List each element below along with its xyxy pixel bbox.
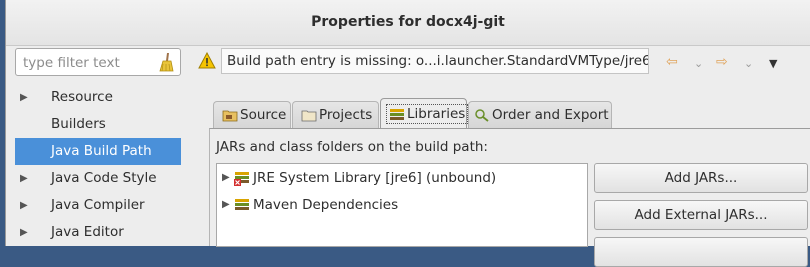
tree-item-builders[interactable]: Builders [15,111,181,138]
expand-arrow-icon[interactable]: ▶ [222,193,230,217]
build-path-caption: JARs and class folders on the build path… [216,139,488,155]
property-page-tree: ▶ Resource Builders Java Build Path ▶ Ja… [15,84,181,246]
expand-arrow-icon[interactable]: ▶ [222,166,230,190]
tab-projects[interactable]: Projects [292,101,379,128]
back-arrow-icon[interactable]: ⇦ [666,54,678,70]
source-folder-icon [222,110,238,122]
forward-history-chevron-icon[interactable]: ⌄ [744,57,753,70]
warning-icon [198,52,216,69]
library-books-icon [390,109,404,120]
tree-item-label: Java Build Path [51,143,152,159]
tree-item-java-code-style[interactable]: ▶ Java Code Style [15,165,181,192]
properties-dialog: Properties for docx4j-git ▶ Resource Bui… [5,0,810,267]
tab-libraries[interactable]: Libraries [380,98,469,129]
tab-label: Source [240,107,287,123]
libraries-panel: JARs and class folders on the build path… [209,128,810,267]
window-title: Properties for docx4j-git [311,14,505,30]
tree-item-java-compiler[interactable]: ▶ Java Compiler [15,192,181,219]
forward-arrow-icon[interactable]: ⇨ [716,54,728,70]
tab-source[interactable]: Source [213,101,291,128]
add-external-jars-button[interactable]: Add External JARs... [594,200,808,230]
tree-item-label: Java Compiler [51,197,145,213]
back-history-chevron-icon[interactable]: ⌄ [694,57,703,70]
library-books-icon [235,199,249,210]
build-path-entries-list[interactable]: ▶ JRE System Library [jre6] (unbound) ▶ [216,163,588,247]
clear-filter-icon[interactable] [158,52,174,72]
expand-arrow-icon[interactable]: ▶ [20,84,30,111]
title-bar[interactable]: Properties for docx4j-git [6,0,810,46]
tab-focus-box: Libraries [386,104,469,124]
tab-label: Projects [319,107,373,123]
next-action-button[interactable] [594,237,808,267]
project-folder-icon [301,110,317,122]
expand-arrow-icon[interactable]: ▶ [20,219,30,246]
tree-item-label: Resource [51,89,113,105]
add-jars-button[interactable]: Add JARs... [594,163,808,193]
expand-arrow-icon[interactable]: ▶ [20,165,30,192]
tree-item-java-editor[interactable]: ▶ Java Editor [15,219,181,246]
tree-item-java-build-path[interactable]: Java Build Path [15,138,181,165]
tree-item-resource[interactable]: ▶ Resource [15,84,181,111]
list-item-label: JRE System Library [jre6] (unbound) [253,170,497,186]
tab-order-and-export[interactable]: Order and Export [468,101,612,128]
status-message: Build path entry is missing: o...i.launc… [221,48,649,74]
library-error-icon [234,172,249,186]
expand-arrow-icon[interactable]: ▶ [20,192,30,219]
view-menu-icon[interactable]: ▼ [769,57,777,70]
tab-label: Order and Export [492,107,609,123]
tree-item-label: Java Editor [51,224,124,240]
list-item-label: Maven Dependencies [253,197,399,213]
filter-field[interactable] [15,48,181,76]
tree-item-label: Java Code Style [51,170,157,186]
order-export-icon [475,109,489,122]
filter-input[interactable] [21,53,155,73]
tree-item-label: Builders [51,116,106,132]
tab-label: Libraries [407,106,466,122]
